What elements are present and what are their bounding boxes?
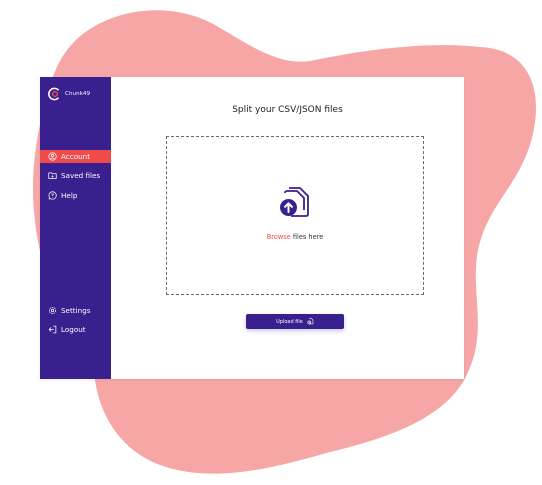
file-upload-icon <box>280 187 309 217</box>
browse-link[interactable]: Browse <box>267 233 291 241</box>
sidebar-item-account[interactable]: Account <box>40 150 111 163</box>
brand-name: Chunk49 <box>65 91 91 97</box>
upload-button-label: Upload file <box>276 318 303 325</box>
upload-file-button[interactable]: Upload file <box>246 314 344 329</box>
app-window: Chunk49 Account Saved files Help Setting… <box>40 77 464 379</box>
dropzone-suffix: files here <box>290 233 324 241</box>
sidebar-item-label: Help <box>61 191 78 200</box>
sidebar-item-label: Saved files <box>61 171 101 180</box>
help-icon <box>48 191 57 200</box>
upload-file-icon <box>307 318 314 325</box>
file-dropzone[interactable]: Browse files here <box>166 136 424 295</box>
sidebar-item-logout[interactable]: Logout <box>40 323 111 336</box>
user-icon <box>48 152 57 161</box>
folder-icon <box>48 172 57 179</box>
sidebar-item-label: Settings <box>61 306 91 315</box>
sidebar-item-label: Account <box>61 152 91 161</box>
dropzone-text: Browse files here <box>167 233 423 241</box>
logout-icon <box>48 325 57 334</box>
brand-logo-icon <box>48 87 59 101</box>
sidebar-item-help[interactable]: Help <box>40 189 111 202</box>
sidebar-item-label: Logout <box>61 325 86 334</box>
brand: Chunk49 <box>48 87 90 101</box>
gear-icon <box>48 306 57 315</box>
page-title: Split your CSV/JSON files <box>232 105 343 115</box>
sidebar: Chunk49 Account Saved files Help Setting… <box>40 77 111 379</box>
sidebar-item-saved-files[interactable]: Saved files <box>40 169 111 182</box>
page: Chunk49 Account Saved files Help Setting… <box>0 0 542 485</box>
sidebar-item-settings[interactable]: Settings <box>40 304 111 317</box>
